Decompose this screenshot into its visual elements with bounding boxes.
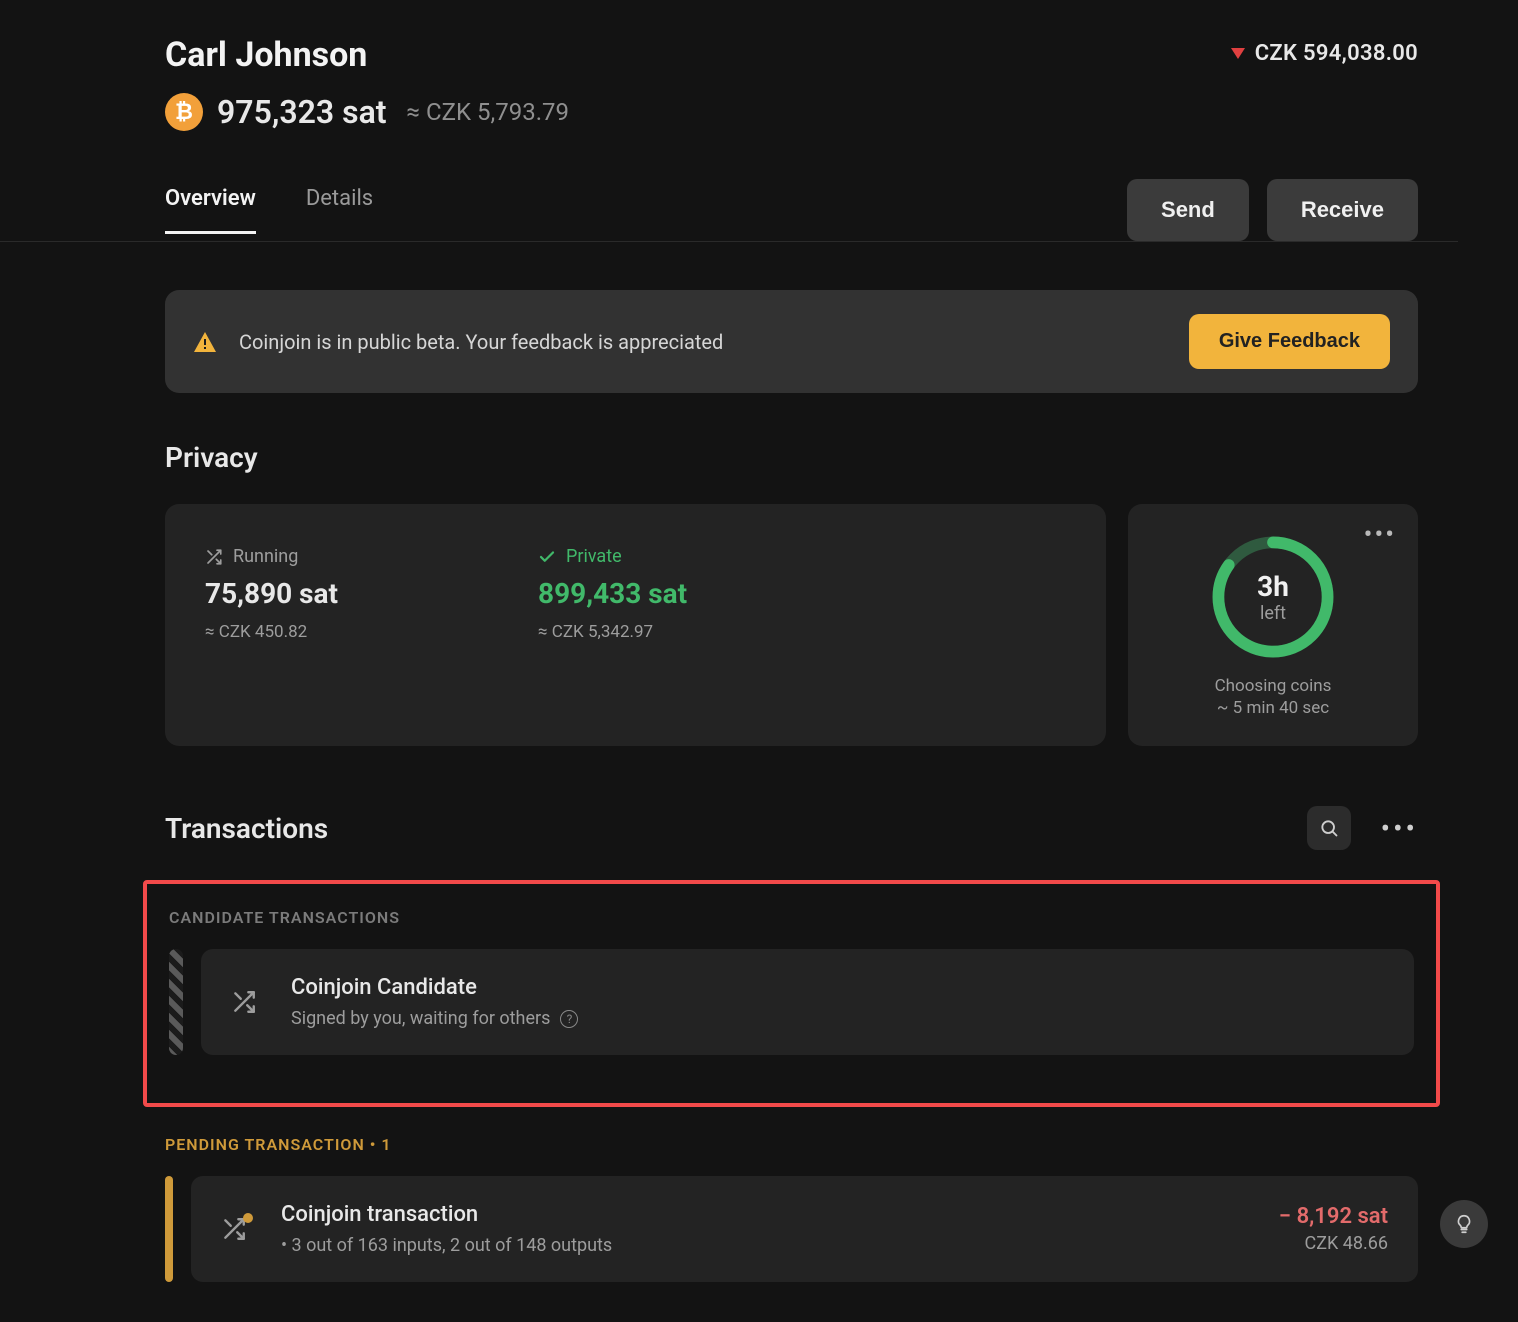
account-name: Carl Johnson <box>165 35 367 75</box>
running-amount: 75,890 sat <box>205 577 338 610</box>
balance-row: ₿ 975,323 sat ≈ CZK 5,793.79 <box>165 93 1418 131</box>
beta-banner: Coinjoin is in public beta. Your feedbac… <box>165 290 1418 393</box>
countdown-left-label: left <box>1260 603 1286 624</box>
bitcoin-icon: ₿ <box>165 93 203 131</box>
privacy-summary-card: Running 75,890 sat ≈ CZK 450.82 Private … <box>165 504 1106 746</box>
candidate-highlight-frame: CANDIDATE TRANSACTIONS Coinjoin Candidat… <box>143 880 1440 1107</box>
tabs: Overview Details <box>165 186 373 234</box>
transactions-heading: Transactions <box>165 812 328 845</box>
candidate-stripe <box>169 949 183 1055</box>
running-fiat: ≈ CZK 450.82 <box>205 622 338 642</box>
balance-sat: 975,323 sat <box>217 93 387 131</box>
transactions-menu-button[interactable]: ••• <box>1381 812 1418 845</box>
candidate-group-label: CANDIDATE TRANSACTIONS <box>169 908 1414 927</box>
tab-details[interactable]: Details <box>306 186 373 234</box>
fiat-total-row: CZK 594,038.00 <box>1231 35 1418 66</box>
lightbulb-icon <box>1453 1213 1475 1235</box>
countdown-value: 3h <box>1257 570 1289 603</box>
countdown-menu-button[interactable]: ••• <box>1364 520 1396 550</box>
pending-stripe <box>165 1176 173 1282</box>
privacy-countdown-card: ••• 3h left Choosing coins ~ 5 min 40 se… <box>1128 504 1418 746</box>
pending-group-label: PENDING TRANSACTION • 1 <box>165 1135 1418 1154</box>
fiat-total: CZK 594,038.00 <box>1255 41 1418 66</box>
pending-fiat: CZK 48.66 <box>1279 1233 1388 1254</box>
shuffle-icon <box>231 989 257 1015</box>
countdown-status-line2: ~ 5 min 40 sec <box>1150 698 1396 718</box>
warning-triangle-icon <box>193 331 217 353</box>
pending-transaction-row[interactable]: Coinjoin transaction • 3 out of 163 inpu… <box>191 1176 1418 1282</box>
private-label: Private <box>566 546 622 567</box>
shuffle-icon <box>205 548 223 566</box>
privacy-heading: Privacy <box>165 441 1418 474</box>
running-label: Running <box>233 546 298 567</box>
pending-dot-icon <box>243 1213 253 1223</box>
countdown-ring: 3h left <box>1208 532 1338 662</box>
send-button[interactable]: Send <box>1127 179 1249 241</box>
transactions-search-button[interactable] <box>1307 806 1351 850</box>
tab-overview[interactable]: Overview <box>165 186 256 234</box>
candidate-transaction-row[interactable]: Coinjoin Candidate Signed by you, waitin… <box>201 949 1414 1055</box>
candidate-subtitle: Signed by you, waiting for others <box>291 1008 550 1029</box>
shuffle-icon <box>221 1216 247 1242</box>
running-label-row: Running <box>205 546 338 567</box>
pending-title: Coinjoin transaction <box>281 1202 1245 1227</box>
private-fiat: ≈ CZK 5,342.97 <box>538 622 687 642</box>
info-icon[interactable]: ? <box>560 1010 578 1028</box>
private-label-row: Private <box>538 546 687 567</box>
search-icon <box>1319 818 1339 838</box>
beta-banner-text: Coinjoin is in public beta. Your feedbac… <box>239 330 723 354</box>
balance-fiat-approx: ≈ CZK 5,793.79 <box>407 98 569 126</box>
tips-fab-button[interactable] <box>1440 1200 1488 1248</box>
check-icon <box>538 548 556 566</box>
candidate-title: Coinjoin Candidate <box>291 975 1384 1000</box>
private-amount: 899,433 sat <box>538 577 687 610</box>
countdown-status-line1: Choosing coins <box>1150 676 1396 696</box>
receive-button[interactable]: Receive <box>1267 179 1418 241</box>
triangle-down-icon <box>1231 48 1245 59</box>
give-feedback-button[interactable]: Give Feedback <box>1189 314 1390 369</box>
pending-amount: − 8,192 sat <box>1279 1204 1388 1229</box>
pending-subtitle: • 3 out of 163 inputs, 2 out of 148 outp… <box>281 1235 612 1256</box>
